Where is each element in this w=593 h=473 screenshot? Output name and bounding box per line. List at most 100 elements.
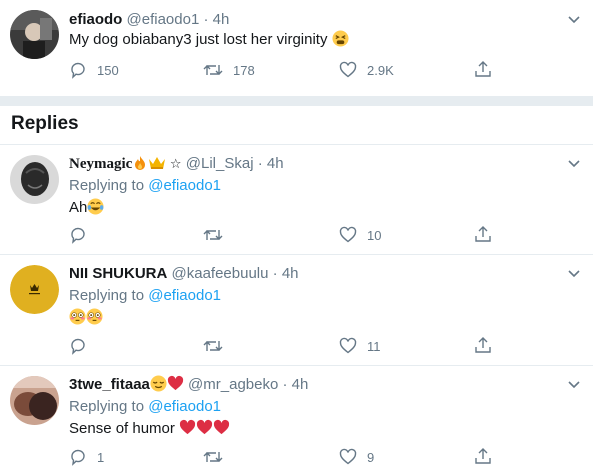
reply-count: 1 [97, 449, 105, 465]
avatar-image [10, 265, 59, 314]
fire-icon [135, 156, 146, 170]
display-name[interactable]: Neymagic [69, 156, 132, 172]
reply-count: 150 [97, 62, 119, 78]
replying-label: Replying to [69, 287, 145, 304]
main-tweet[interactable]: efiaodo @efiaodo1 · 4h My dog obiabany3 … [0, 0, 593, 98]
red-heart-icon [167, 375, 184, 391]
user-handle[interactable]: @Lil_Skaj [186, 155, 254, 172]
retweet-icon [203, 341, 223, 351]
tweet-text: Ah [69, 198, 104, 218]
display-name[interactable]: 3twe_fitaaa [69, 376, 150, 393]
timestamp[interactable]: 4h [282, 265, 299, 282]
share-icon [475, 448, 491, 464]
retweet-icon [203, 452, 223, 462]
share-action[interactable] [474, 60, 492, 78]
separator-dot: · [282, 376, 292, 393]
reply-icon [71, 62, 85, 79]
timestamp[interactable]: 4h [213, 11, 230, 28]
chevron-down-icon[interactable] [567, 267, 581, 281]
like-action[interactable]: 2.9K [339, 61, 394, 79]
replying-to-link[interactable]: @efiaodo1 [148, 398, 221, 415]
red-heart-icon [196, 419, 213, 435]
timestamp[interactable]: 4h [292, 376, 309, 393]
like-action[interactable]: 9 [339, 448, 374, 466]
user-handle[interactable]: @efiaodo1 [127, 11, 200, 28]
reply-icon [71, 338, 85, 355]
like-count: 9 [367, 449, 375, 465]
avatar-image [10, 10, 59, 59]
like-count: 11 [367, 338, 381, 354]
replies-heading: Replies [11, 113, 79, 134]
share-action[interactable] [474, 336, 492, 354]
display-name[interactable]: efiaodo [69, 11, 122, 28]
replying-label: Replying to [69, 398, 145, 415]
reply-action[interactable]: 150 [69, 61, 119, 79]
avatar[interactable] [10, 376, 59, 425]
tweet-text: Sense of humor [69, 419, 230, 439]
red-heart-icon [213, 419, 230, 435]
retweet-action[interactable] [203, 226, 233, 244]
like-action[interactable]: 11 [339, 337, 381, 355]
tweet-text-content: My dog obiabany3 just lost her virginity [69, 31, 328, 48]
tired-face-emoji-icon [332, 30, 349, 47]
retweet-action[interactable] [203, 448, 233, 466]
reply-icon [71, 227, 85, 244]
separator-dot: · [203, 11, 213, 28]
like-count: 10 [367, 227, 382, 243]
retweet-action[interactable] [203, 337, 233, 355]
laughing-tears-emoji-icon [87, 198, 104, 215]
like-count: 2.9K [367, 62, 394, 78]
flushed-face-emoji-icon [86, 308, 103, 325]
share-action[interactable] [474, 225, 492, 243]
reply-tweet[interactable]: Neymagic ☆ @Lil_Skaj · 4h Replying to @e… [0, 145, 593, 253]
share-action[interactable] [474, 447, 492, 465]
tweet-header: 3twe_fitaaa @mr_agbeko · 4h [69, 375, 308, 395]
avatar[interactable] [10, 10, 59, 59]
tweet-text-content: Ah [69, 199, 88, 216]
replying-to: Replying to @efiaodo1 [69, 176, 221, 196]
red-heart-icon [179, 419, 196, 435]
user-handle[interactable]: @kaafeebuulu [172, 265, 269, 282]
share-icon [475, 337, 491, 353]
heart-icon [339, 448, 357, 465]
avatar-image [10, 155, 59, 204]
tweet-header: Neymagic ☆ @Lil_Skaj · 4h [69, 154, 284, 174]
avatar[interactable] [10, 265, 59, 314]
retweet-icon [203, 65, 223, 75]
retweet-action[interactable]: 178 [203, 61, 255, 79]
heart-icon [339, 226, 357, 243]
reply-tweet[interactable]: NII SHUKURA @kaafeebuulu · 4h Replying t… [0, 255, 593, 364]
crown-icon [149, 157, 166, 169]
relieved-face-emoji-icon [150, 375, 167, 392]
like-action[interactable]: 10 [339, 226, 381, 244]
replying-to: Replying to @efiaodo1 [69, 286, 221, 306]
reply-action[interactable]: 1 [69, 448, 104, 466]
replying-to-link[interactable]: @efiaodo1 [148, 177, 221, 194]
share-icon [475, 61, 491, 77]
reply-icon [71, 449, 85, 466]
tweet-header: NII SHUKURA @kaafeebuulu · 4h [69, 264, 299, 284]
user-handle[interactable]: @mr_agbeko [188, 376, 278, 393]
tweet-header: efiaodo @efiaodo1 · 4h [69, 10, 229, 30]
heart-icon [339, 337, 357, 354]
star-icon: ☆ [166, 156, 182, 171]
display-name[interactable]: NII SHUKURA [69, 265, 167, 282]
separator-dot: · [272, 265, 282, 282]
reply-tweet[interactable]: 3twe_fitaaa @mr_agbeko · 4h Replying to … [0, 366, 593, 473]
retweet-icon [203, 230, 223, 240]
tweet-text [69, 308, 103, 328]
share-icon [475, 226, 491, 242]
replying-to-link[interactable]: @efiaodo1 [148, 287, 221, 304]
flushed-face-emoji-icon [69, 308, 86, 325]
avatar[interactable] [10, 155, 59, 204]
replying-to: Replying to @efiaodo1 [69, 397, 221, 417]
chevron-down-icon[interactable] [567, 13, 581, 27]
reply-action[interactable] [69, 337, 97, 355]
reply-action[interactable] [69, 226, 97, 244]
chevron-down-icon[interactable] [567, 378, 581, 392]
retweet-count: 178 [233, 62, 255, 78]
replying-label: Replying to [69, 177, 145, 194]
avatar-image [10, 376, 59, 425]
timestamp[interactable]: 4h [267, 155, 284, 172]
chevron-down-icon[interactable] [567, 157, 581, 171]
